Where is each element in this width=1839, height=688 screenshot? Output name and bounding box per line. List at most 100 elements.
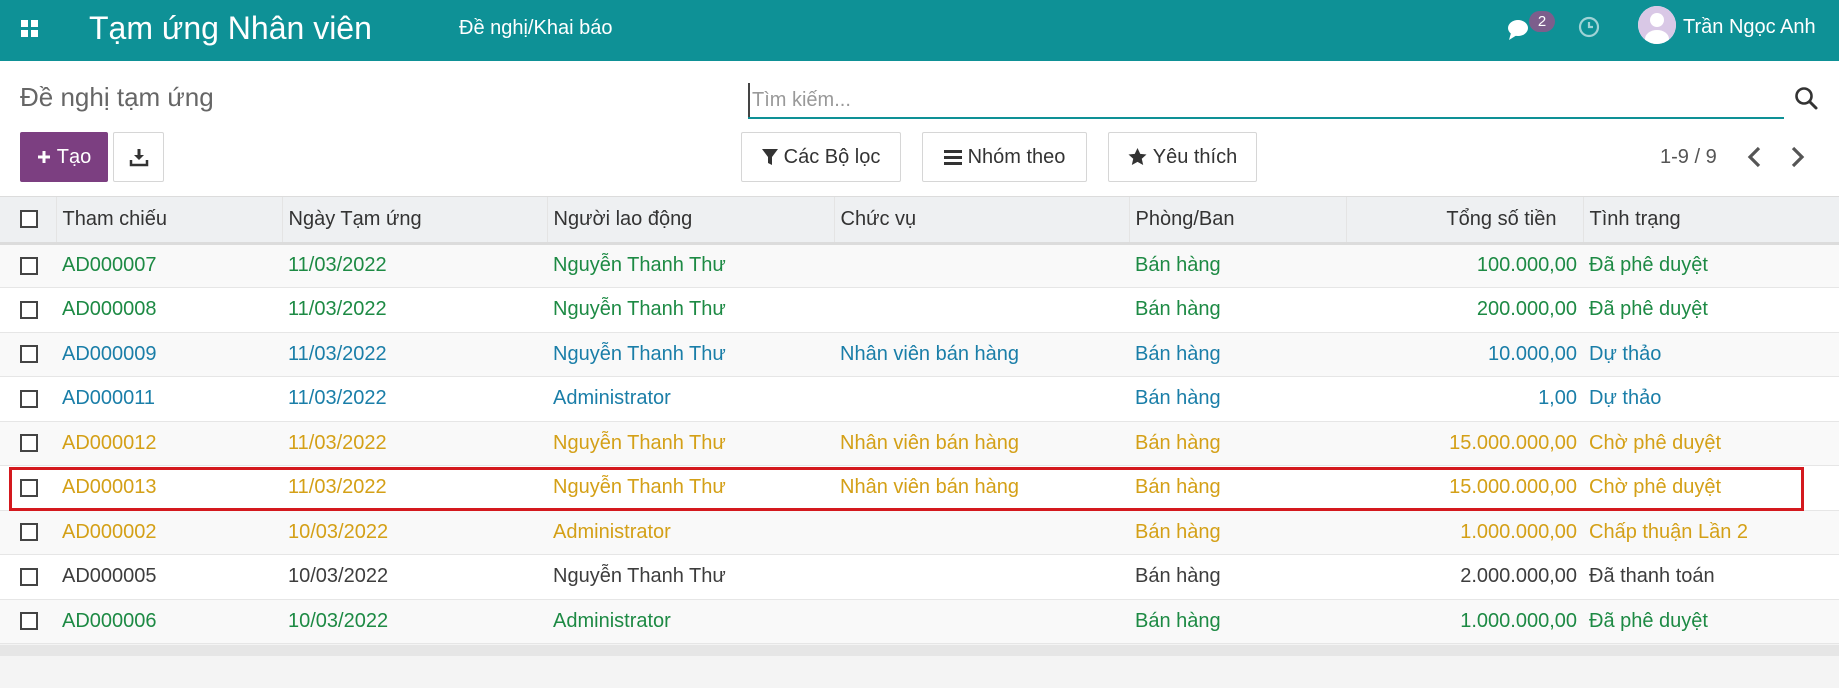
favorites-button[interactable]: Yêu thích	[1108, 132, 1257, 182]
job-position-cell[interactable]	[834, 243, 1129, 288]
advance-date-cell[interactable]: 11/03/2022	[282, 466, 547, 511]
advance-date-cell[interactable]: 11/03/2022	[282, 243, 547, 288]
total-amount-cell[interactable]: 1.000.000,00	[1346, 510, 1583, 555]
department-cell[interactable]: Bán hàng	[1129, 377, 1346, 422]
employee-cell[interactable]: Administrator	[547, 599, 834, 644]
row-checkbox[interactable]	[20, 300, 38, 319]
status-cell[interactable]: Đã phê duyệt	[1583, 599, 1839, 644]
row-checkbox[interactable]	[20, 567, 38, 586]
table-row[interactable]: AD000002 10/03/2022 Administrator Bán hàng 1…	[0, 510, 1839, 555]
table-row[interactable]: AD000012 11/03/2022 Nguyễn Thanh Thư Nhân v…	[0, 421, 1839, 466]
job-position-cell[interactable]: Nhân viên bán hàng	[834, 466, 1129, 511]
column-header-total-amount[interactable]: Tổng số tiền	[1346, 197, 1584, 245]
employee-cell[interactable]: Nguyễn Thanh Thư	[547, 288, 834, 333]
employee-cell[interactable]: Nguyễn Thanh Thư	[547, 243, 834, 288]
row-checkbox[interactable]	[20, 612, 38, 631]
reference-cell[interactable]: AD000007	[56, 243, 282, 288]
pager-value[interactable]: 1-9 / 9	[1660, 145, 1717, 169]
status-cell[interactable]: Đã phê duyệt	[1583, 243, 1839, 288]
job-position-cell[interactable]	[834, 599, 1129, 644]
row-checkbox[interactable]	[20, 345, 38, 364]
search-input[interactable]	[748, 83, 1748, 117]
advance-date-cell[interactable]: 11/03/2022	[282, 332, 547, 377]
department-cell[interactable]: Bán hàng	[1129, 466, 1346, 511]
download-button[interactable]	[113, 132, 164, 182]
reference-cell[interactable]: AD000006	[56, 599, 282, 644]
advance-date-cell[interactable]: 10/03/2022	[282, 599, 547, 644]
app-title[interactable]: Tạm ứng Nhân viên	[89, 9, 372, 47]
employee-cell[interactable]: Nguyễn Thanh Thư	[547, 421, 834, 466]
department-cell[interactable]: Bán hàng	[1129, 510, 1346, 555]
column-header-job-position[interactable]: Chức vụ	[834, 197, 1130, 245]
reference-cell[interactable]: AD000013	[56, 466, 282, 511]
column-header-department[interactable]: Phòng/Ban	[1129, 197, 1347, 245]
filters-button[interactable]: Các Bộ lọc	[741, 132, 901, 182]
menu-requests-declarations[interactable]: Đề nghị/Khai báo	[459, 16, 612, 40]
status-cell[interactable]: Chờ phê duyệt	[1583, 466, 1839, 511]
total-amount-cell[interactable]: 1.000.000,00	[1346, 599, 1583, 644]
table-row[interactable]: AD000011 11/03/2022 Administrator Bán hàng 1…	[0, 376, 1839, 422]
reference-cell[interactable]: AD000011	[56, 377, 282, 422]
row-checkbox[interactable]	[20, 256, 38, 275]
total-amount-cell[interactable]: 15.000.000,00	[1346, 466, 1583, 511]
job-position-cell[interactable]	[834, 510, 1129, 555]
chevron-left-icon[interactable]	[1743, 143, 1767, 171]
table-row[interactable]: AD000008 11/03/2022 Nguyễn Thanh Thư Bán hà…	[0, 287, 1839, 333]
employee-cell[interactable]: Nguyễn Thanh Thư	[547, 466, 834, 511]
department-cell[interactable]: Bán hàng	[1129, 555, 1346, 600]
reference-cell[interactable]: AD000002	[56, 510, 282, 555]
job-position-cell[interactable]: Nhân viên bán hàng	[834, 332, 1129, 377]
department-cell[interactable]: Bán hàng	[1129, 288, 1346, 333]
column-header-status[interactable]: Tình trạng	[1583, 197, 1839, 245]
status-cell[interactable]: Đã phê duyệt	[1583, 288, 1839, 333]
row-checkbox[interactable]	[20, 523, 38, 542]
status-cell[interactable]: Đã thanh toán	[1583, 555, 1839, 600]
employee-cell[interactable]: Administrator	[547, 510, 834, 555]
employee-cell[interactable]: Administrator	[547, 377, 834, 422]
chevron-right-icon[interactable]	[1785, 143, 1809, 171]
advance-date-cell[interactable]: 11/03/2022	[282, 377, 547, 422]
clock-icon[interactable]	[1577, 15, 1601, 39]
user-name[interactable]: Trần Ngọc Anh	[1683, 15, 1816, 39]
total-amount-cell[interactable]: 10.000,00	[1346, 332, 1583, 377]
table-row[interactable]: AD000005 10/03/2022 Nguyễn Thanh Thư Bán hà…	[0, 554, 1839, 600]
total-amount-cell[interactable]: 15.000.000,00	[1346, 421, 1583, 466]
employee-cell[interactable]: Nguyễn Thanh Thư	[547, 555, 834, 600]
job-position-cell[interactable]	[834, 377, 1129, 422]
department-cell[interactable]: Bán hàng	[1129, 332, 1346, 377]
table-row[interactable]: AD000007 11/03/2022 Nguyễn Thanh Thư Bán hà…	[0, 243, 1839, 288]
create-button[interactable]: Tạo	[20, 132, 108, 182]
status-cell[interactable]: Dự thảo	[1583, 332, 1839, 377]
advance-date-cell[interactable]: 11/03/2022	[282, 421, 547, 466]
user-avatar[interactable]	[1638, 6, 1676, 44]
reference-cell[interactable]: AD000005	[56, 555, 282, 600]
advance-date-cell[interactable]: 11/03/2022	[282, 288, 547, 333]
total-amount-cell[interactable]: 200.000,00	[1346, 288, 1583, 333]
status-cell[interactable]: Chờ phê duyệt	[1583, 421, 1839, 466]
job-position-cell[interactable]	[834, 555, 1129, 600]
total-amount-cell[interactable]: 1,00	[1346, 377, 1583, 422]
reference-cell[interactable]: AD000012	[56, 421, 282, 466]
apps-grid-icon[interactable]	[20, 18, 42, 40]
status-cell[interactable]: Chấp thuận Lần 2	[1583, 510, 1839, 555]
advance-date-cell[interactable]: 10/03/2022	[282, 510, 547, 555]
employee-cell[interactable]: Nguyễn Thanh Thư	[547, 332, 834, 377]
row-checkbox[interactable]	[20, 389, 38, 408]
reference-cell[interactable]: AD000009	[56, 332, 282, 377]
table-row[interactable]: AD000009 11/03/2022 Nguyễn Thanh Thư Nhân v…	[0, 332, 1839, 377]
column-header-advance-date[interactable]: Ngày Tạm ứng	[282, 197, 548, 245]
column-header-reference[interactable]: Tham chiếu	[56, 197, 283, 245]
group-by-button[interactable]: Nhóm theo	[922, 132, 1087, 182]
department-cell[interactable]: Bán hàng	[1129, 599, 1346, 644]
reference-cell[interactable]: AD000008	[56, 288, 282, 333]
status-cell[interactable]: Dự thảo	[1583, 377, 1839, 422]
department-cell[interactable]: Bán hàng	[1129, 243, 1346, 288]
row-checkbox[interactable]	[20, 434, 38, 453]
advance-date-cell[interactable]: 10/03/2022	[282, 555, 547, 600]
department-cell[interactable]: Bán hàng	[1129, 421, 1346, 466]
total-amount-cell[interactable]: 2.000.000,00	[1346, 555, 1583, 600]
select-all-checkbox[interactable]	[20, 210, 38, 229]
job-position-cell[interactable]	[834, 288, 1129, 333]
column-header-employee[interactable]: Người lao động	[547, 197, 835, 245]
table-row[interactable]: AD000006 10/03/2022 Administrator Bán hàng 1…	[0, 599, 1839, 644]
